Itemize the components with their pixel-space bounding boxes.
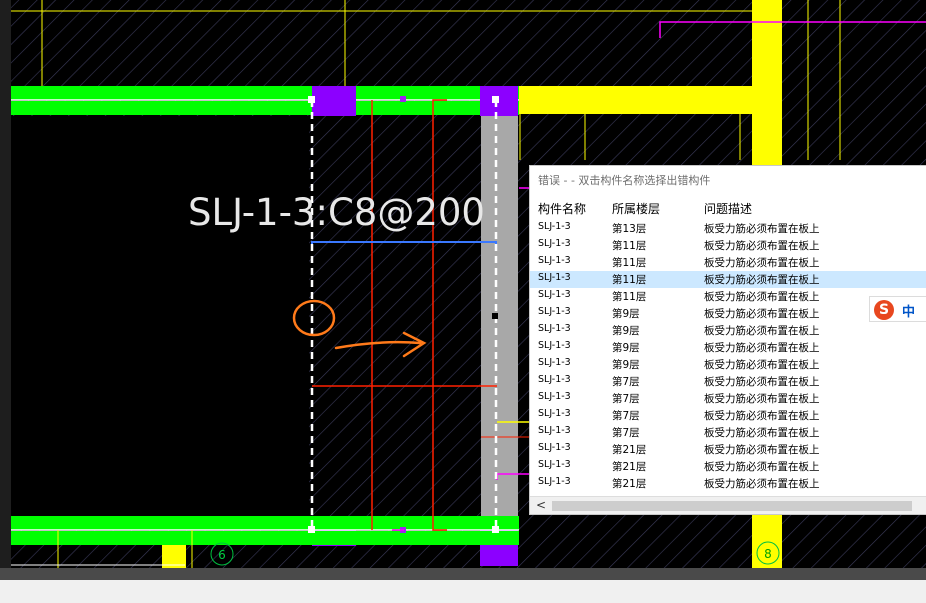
sogou-s-icon[interactable]: S: [874, 300, 894, 320]
scroll-left-arrow-icon[interactable]: <: [536, 498, 546, 512]
axis-6-label: 6: [218, 548, 226, 562]
component-name-cell[interactable]: SLJ-1-3: [538, 476, 571, 487]
floor-cell: 第7层: [612, 410, 640, 422]
component-name-cell[interactable]: SLJ-1-3: [538, 221, 571, 232]
component-name-cell[interactable]: SLJ-1-3: [538, 238, 571, 249]
issue-cell: 板受力筋必须布置在板上: [704, 478, 820, 490]
error-row[interactable]: SLJ-1-3 第21层 板受力筋必须布置在板上: [530, 475, 926, 492]
error-row[interactable]: SLJ-1-3 第21层 板受力筋必须布置在板上: [530, 458, 926, 475]
issue-cell: 板受力筋必须布置在板上: [704, 410, 820, 422]
column-header-floor[interactable]: 所属楼层: [612, 200, 660, 217]
component-name-cell[interactable]: SLJ-1-3: [538, 391, 571, 402]
column-header-name[interactable]: 构件名称: [538, 200, 586, 217]
error-row[interactable]: SLJ-1-3 第7层 板受力筋必须布置在板上: [530, 407, 926, 424]
error-row[interactable]: SLJ-1-3 第9层 板受力筋必须布置在板上: [530, 356, 926, 373]
issue-cell: 板受力筋必须布置在板上: [704, 308, 820, 320]
floor-cell: 第9层: [612, 325, 640, 337]
component-name-cell[interactable]: SLJ-1-3: [538, 459, 571, 470]
error-row[interactable]: SLJ-1-3 第9层 板受力筋必须布置在板上: [530, 305, 926, 322]
floor-cell: 第9层: [612, 308, 640, 320]
floor-cell: 第7层: [612, 427, 640, 439]
component-name-cell[interactable]: SLJ-1-3: [538, 425, 571, 436]
error-row[interactable]: SLJ-1-3 第7层 板受力筋必须布置在板上: [530, 390, 926, 407]
error-row[interactable]: SLJ-1-3 第11层 板受力筋必须布置在板上: [530, 254, 926, 271]
issue-cell: 板受力筋必须布置在板上: [704, 427, 820, 439]
ime-toolbar[interactable]: S 中: [869, 296, 926, 322]
component-name-cell[interactable]: SLJ-1-3: [538, 255, 571, 266]
horizontal-scrollbar[interactable]: <: [530, 496, 926, 514]
floor-cell: 第11层: [612, 240, 647, 252]
issue-cell: 板受力筋必须布置在板上: [704, 376, 820, 388]
component-name-cell[interactable]: SLJ-1-3: [538, 357, 571, 368]
floor-cell: 第7层: [612, 393, 640, 405]
error-row[interactable]: SLJ-1-3 第9层 板受力筋必须布置在板上: [530, 339, 926, 356]
error-row[interactable]: SLJ-1-3 第7层 板受力筋必须布置在板上: [530, 373, 926, 390]
column-header-issue[interactable]: 问题描述: [704, 200, 752, 217]
error-row[interactable]: SLJ-1-3 第13层 板受力筋必须布置在板上: [530, 220, 926, 237]
component-name-cell[interactable]: SLJ-1-3: [538, 306, 571, 317]
floor-cell: 第11层: [612, 274, 647, 286]
issue-cell: 板受力筋必须布置在板上: [704, 393, 820, 405]
issue-cell: 板受力筋必须布置在板上: [704, 325, 820, 337]
issue-cell: 板受力筋必须布置在板上: [704, 444, 820, 456]
issue-cell: 板受力筋必须布置在板上: [704, 223, 820, 235]
axis-8-label: 8: [764, 547, 772, 561]
floor-cell: 第7层: [612, 376, 640, 388]
ime-mode-indicator[interactable]: 中: [902, 301, 915, 320]
error-row[interactable]: SLJ-1-3 第11层 板受力筋必须布置在板上: [530, 237, 926, 254]
issue-cell: 板受力筋必须布置在板上: [704, 359, 820, 371]
component-name-cell[interactable]: SLJ-1-3: [538, 442, 571, 453]
error-row[interactable]: SLJ-1-3 第7层 板受力筋必须布置在板上: [530, 424, 926, 441]
error-list-window[interactable]: 错误 - - 双击构件名称选择出错构件 构件名称 所属楼层 问题描述 SLJ-1…: [529, 165, 926, 515]
error-row[interactable]: SLJ-1-3 第9层 板受力筋必须布置在板上: [530, 322, 926, 339]
component-name-cell[interactable]: SLJ-1-3: [538, 374, 571, 385]
issue-cell: 板受力筋必须布置在板上: [704, 240, 820, 252]
component-name-cell[interactable]: SLJ-1-3: [538, 323, 571, 334]
floor-cell: 第13层: [612, 223, 647, 235]
issue-cell: 板受力筋必须布置在板上: [704, 291, 820, 303]
issue-cell: 板受力筋必须布置在板上: [704, 461, 820, 473]
error-row[interactable]: SLJ-1-3 第21层 板受力筋必须布置在板上: [530, 441, 926, 458]
error-window-title: 错误 - - 双击构件名称选择出错构件: [538, 174, 711, 187]
floor-cell: 第11层: [612, 257, 647, 269]
error-list[interactable]: SLJ-1-3 第13层 板受力筋必须布置在板上 SLJ-1-3 第11层 板受力筋必须布…: [530, 220, 926, 495]
bottom-status-strip: [0, 580, 926, 603]
scrollbar-thumb[interactable]: [552, 501, 912, 511]
issue-cell: 板受力筋必须布置在板上: [704, 257, 820, 269]
component-name-cell[interactable]: SLJ-1-3: [538, 289, 571, 300]
issue-cell: 板受力筋必须布置在板上: [704, 342, 820, 354]
floor-cell: 第9层: [612, 342, 640, 354]
component-name-cell[interactable]: SLJ-1-3: [538, 340, 571, 351]
floor-cell: 第21层: [612, 478, 647, 490]
error-row[interactable]: SLJ-1-3 第11层 板受力筋必须布置在板上: [530, 288, 926, 305]
error-row[interactable]: SLJ-1-3 第11层 板受力筋必须布置在板上: [530, 271, 926, 288]
floor-cell: 第11层: [612, 291, 647, 303]
rebar-label[interactable]: SLJ-1-3:C8@200: [188, 191, 485, 234]
floor-cell: 第9层: [612, 359, 640, 371]
floor-cell: 第21层: [612, 444, 647, 456]
issue-cell: 板受力筋必须布置在板上: [704, 274, 820, 286]
component-name-cell[interactable]: SLJ-1-3: [538, 408, 571, 419]
component-name-cell[interactable]: SLJ-1-3: [538, 272, 571, 283]
floor-cell: 第21层: [612, 461, 647, 473]
